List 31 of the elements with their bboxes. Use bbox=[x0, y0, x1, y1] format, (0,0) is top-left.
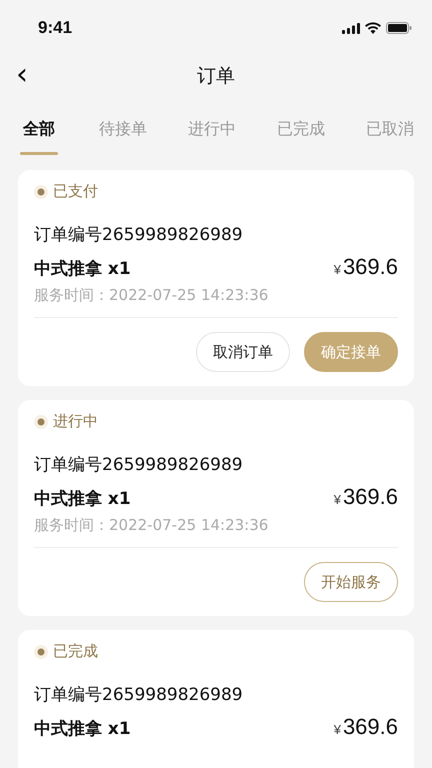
tab[interactable]: 全部 bbox=[20, 103, 58, 155]
status-dot-icon bbox=[34, 644, 48, 658]
service-item: 中式推拿 x1 bbox=[34, 488, 131, 510]
tab[interactable]: 待接单 bbox=[99, 103, 147, 155]
action-button[interactable]: 取消订单 bbox=[196, 332, 290, 372]
status-dot-icon bbox=[34, 414, 48, 428]
price: ¥369.6 bbox=[334, 254, 398, 280]
order-status: 已完成 bbox=[53, 642, 98, 661]
signal-icon bbox=[342, 22, 360, 34]
page-title: 订单 bbox=[197, 64, 235, 89]
service-time: 服务时间：2022-07-25 14:23:36 bbox=[34, 516, 398, 548]
price: ¥369.6 bbox=[334, 484, 398, 510]
tab[interactable]: 进行中 bbox=[188, 103, 236, 155]
order-number: 订单编号2659989826989 bbox=[34, 454, 244, 476]
service-time: 服务时间：2022-07-25 14:23:36 bbox=[34, 286, 398, 318]
order-number: 订单编号2659989826989 bbox=[34, 684, 244, 706]
action-button[interactable]: 确定接单 bbox=[304, 332, 398, 372]
status-time: 9:41 bbox=[38, 18, 72, 38]
order-status: 已支付 bbox=[53, 182, 98, 201]
back-button[interactable]: ‹ bbox=[16, 58, 28, 92]
action-button[interactable]: 开始服务 bbox=[304, 562, 398, 602]
battery-icon bbox=[386, 22, 412, 34]
status-dot-icon bbox=[34, 184, 48, 198]
tab[interactable]: 已完成 bbox=[277, 103, 325, 155]
service-item: 中式推拿 x1 bbox=[34, 258, 131, 280]
price: ¥369.6 bbox=[334, 714, 398, 740]
service-item: 中式推拿 x1 bbox=[34, 718, 131, 740]
order-status: 进行中 bbox=[53, 412, 98, 431]
order-number: 订单编号2659989826989 bbox=[34, 224, 244, 246]
tab[interactable]: 已取消 bbox=[366, 103, 414, 155]
wifi-icon bbox=[365, 22, 381, 34]
